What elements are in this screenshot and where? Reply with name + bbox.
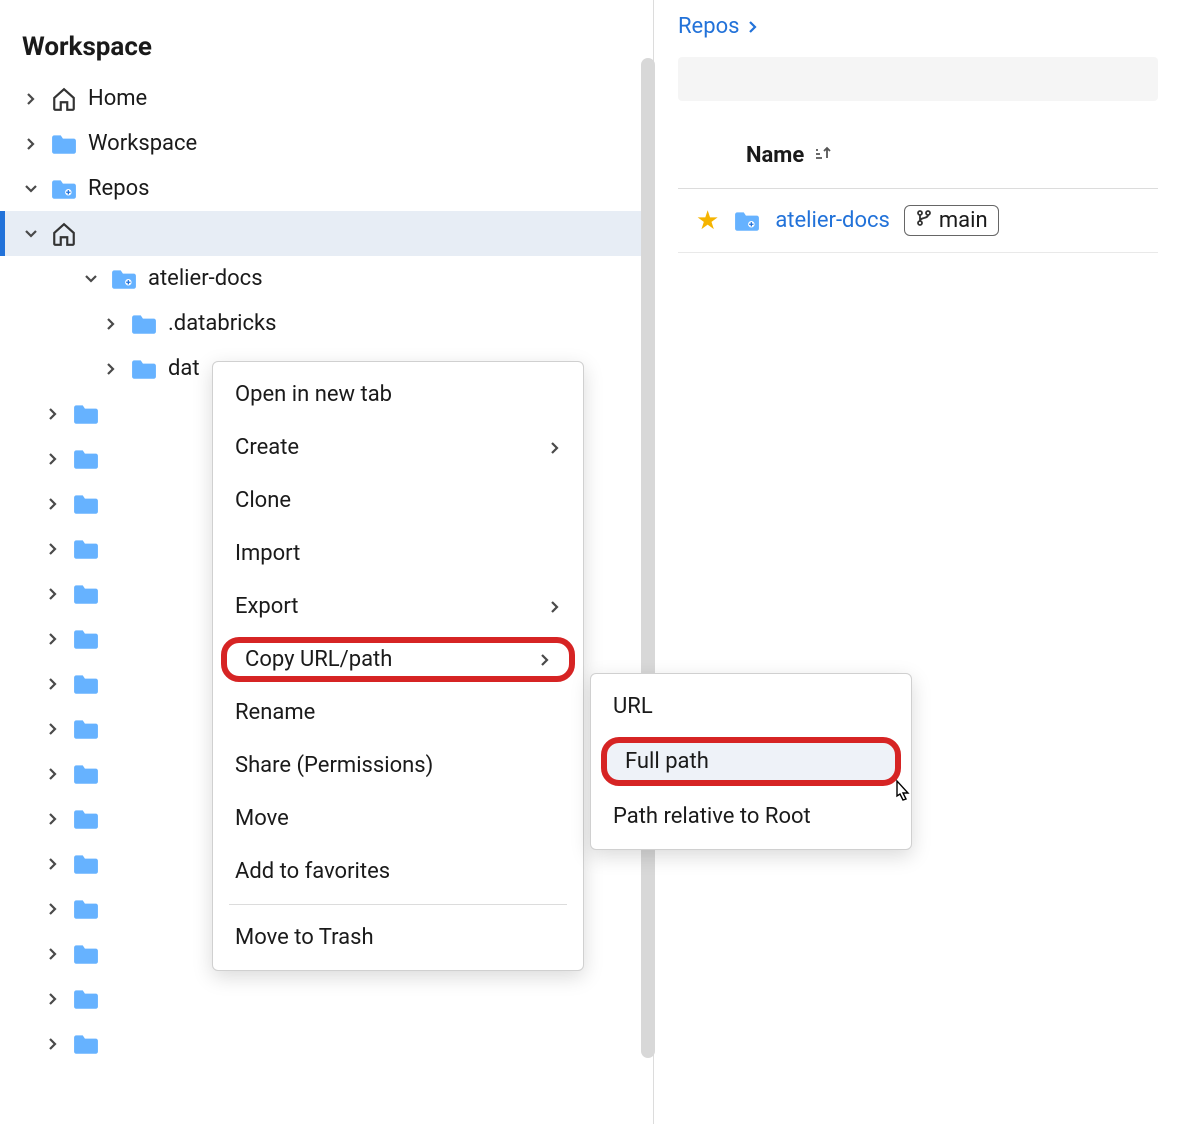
tree-item-stub[interactable] <box>0 1021 653 1066</box>
menu-divider <box>229 904 567 905</box>
cursor-pointer-icon <box>890 778 916 815</box>
tree-item-databricks[interactable]: .databricks <box>0 301 653 346</box>
repo-name-link[interactable]: atelier-docs <box>775 208 890 233</box>
chevron-right-icon <box>102 363 120 375</box>
home-icon <box>50 86 78 112</box>
chevron-right-icon <box>549 594 561 619</box>
tree-label: Home <box>88 86 147 111</box>
folder-icon <box>130 359 158 379</box>
copy-path-submenu: URL Full path Path relative to Root <box>590 673 912 850</box>
menu-move-to-trash[interactable]: Move to Trash <box>213 911 583 964</box>
menu-add-favorites[interactable]: Add to favorites <box>213 845 583 898</box>
menu-open-new-tab[interactable]: Open in new tab <box>213 368 583 421</box>
breadcrumb[interactable]: Repos <box>678 14 1158 39</box>
menu-clone[interactable]: Clone <box>213 474 583 527</box>
table-row[interactable]: ★ atelier-docs main <box>678 189 1158 253</box>
tree-item-home[interactable]: Home <box>0 76 653 121</box>
chevron-right-icon <box>549 435 561 460</box>
menu-export[interactable]: Export <box>213 580 583 633</box>
sort-ascending-icon[interactable] <box>814 144 832 167</box>
main-content: Repos Name ★ atelier-docs main <box>654 0 1182 1124</box>
menu-copy-url-path[interactable]: Copy URL/path <box>221 637 575 682</box>
chevron-right-icon <box>22 93 40 105</box>
breadcrumb-root[interactable]: Repos <box>678 14 739 39</box>
submenu-url[interactable]: URL <box>591 680 911 733</box>
branch-badge[interactable]: main <box>904 205 999 236</box>
scrollbar-vertical[interactable] <box>641 58 655 1058</box>
tree-item-atelier-docs[interactable]: atelier-docs <box>0 256 653 301</box>
submenu-path-relative-root[interactable]: Path relative to Root <box>591 790 911 843</box>
repo-folder-icon <box>50 179 78 199</box>
chevron-right-icon <box>22 138 40 150</box>
tree-label: .databricks <box>168 311 277 336</box>
tree-label: dat <box>168 356 200 381</box>
chevron-right-icon <box>747 14 759 39</box>
menu-rename[interactable]: Rename <box>213 686 583 739</box>
context-menu: Open in new tab Create Clone Import Expo… <box>212 361 584 971</box>
table-header-name[interactable]: Name <box>678 135 1158 189</box>
column-name-label: Name <box>746 143 804 168</box>
star-favorite-icon[interactable]: ★ <box>696 206 719 236</box>
menu-create[interactable]: Create <box>213 421 583 474</box>
chevron-right-icon <box>102 318 120 330</box>
filter-bar[interactable] <box>678 57 1158 101</box>
tree-item-workspace[interactable]: Workspace <box>0 121 653 166</box>
git-branch-icon <box>915 208 933 233</box>
folder-icon <box>130 314 158 334</box>
folder-icon <box>50 134 78 154</box>
chevron-down-icon <box>82 273 100 285</box>
menu-share-permissions[interactable]: Share (Permissions) <box>213 739 583 792</box>
repo-folder-icon <box>110 269 138 289</box>
chevron-down-icon <box>22 228 40 240</box>
submenu-full-path[interactable]: Full path <box>601 737 901 786</box>
chevron-down-icon <box>22 183 40 195</box>
home-icon <box>50 221 78 247</box>
menu-move[interactable]: Move <box>213 792 583 845</box>
tree-label: Repos <box>88 176 149 201</box>
tree-item-repos[interactable]: Repos <box>0 166 653 211</box>
sidebar-title: Workspace <box>0 0 653 76</box>
tree-label: atelier-docs <box>148 266 263 291</box>
repo-folder-icon <box>733 211 761 231</box>
menu-import[interactable]: Import <box>213 527 583 580</box>
branch-name: main <box>939 208 988 233</box>
tree-label: Workspace <box>88 131 197 156</box>
tree-item-user-home[interactable] <box>0 211 653 256</box>
chevron-right-icon <box>539 647 551 672</box>
tree-item-stub[interactable] <box>0 976 653 1021</box>
